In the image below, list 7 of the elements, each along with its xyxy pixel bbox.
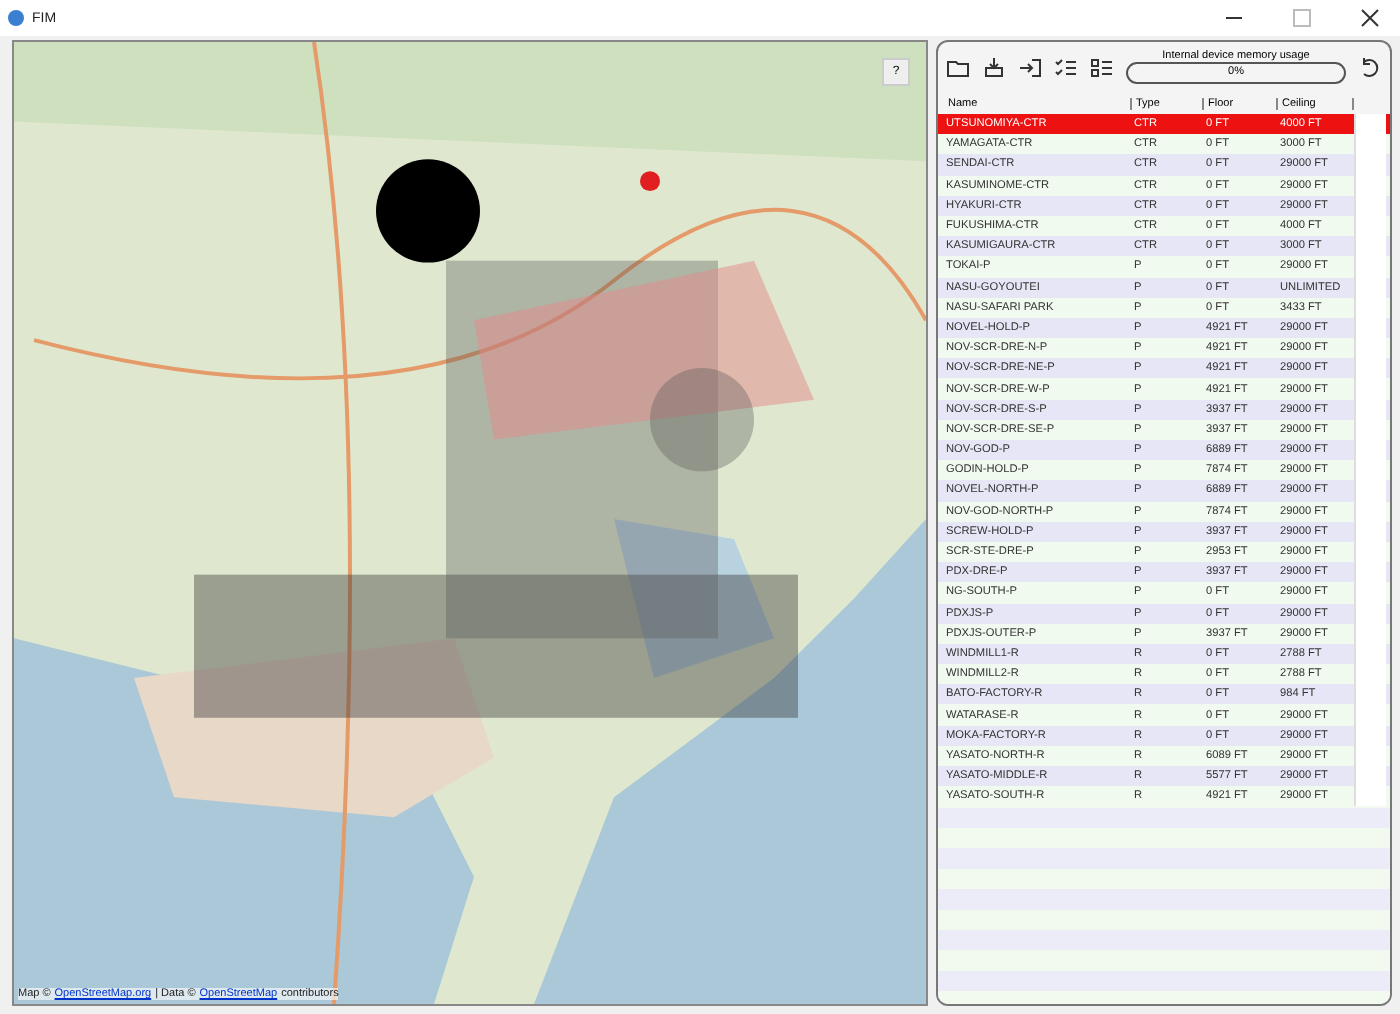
download-icon[interactable] <box>982 56 1006 80</box>
app-icon <box>8 10 24 26</box>
list-icon[interactable] <box>1090 56 1114 80</box>
undo-icon[interactable] <box>1358 56 1382 80</box>
import-icon[interactable] <box>1018 56 1042 80</box>
folder-icon[interactable] <box>946 56 970 80</box>
checklist-icon[interactable] <box>1054 56 1078 80</box>
